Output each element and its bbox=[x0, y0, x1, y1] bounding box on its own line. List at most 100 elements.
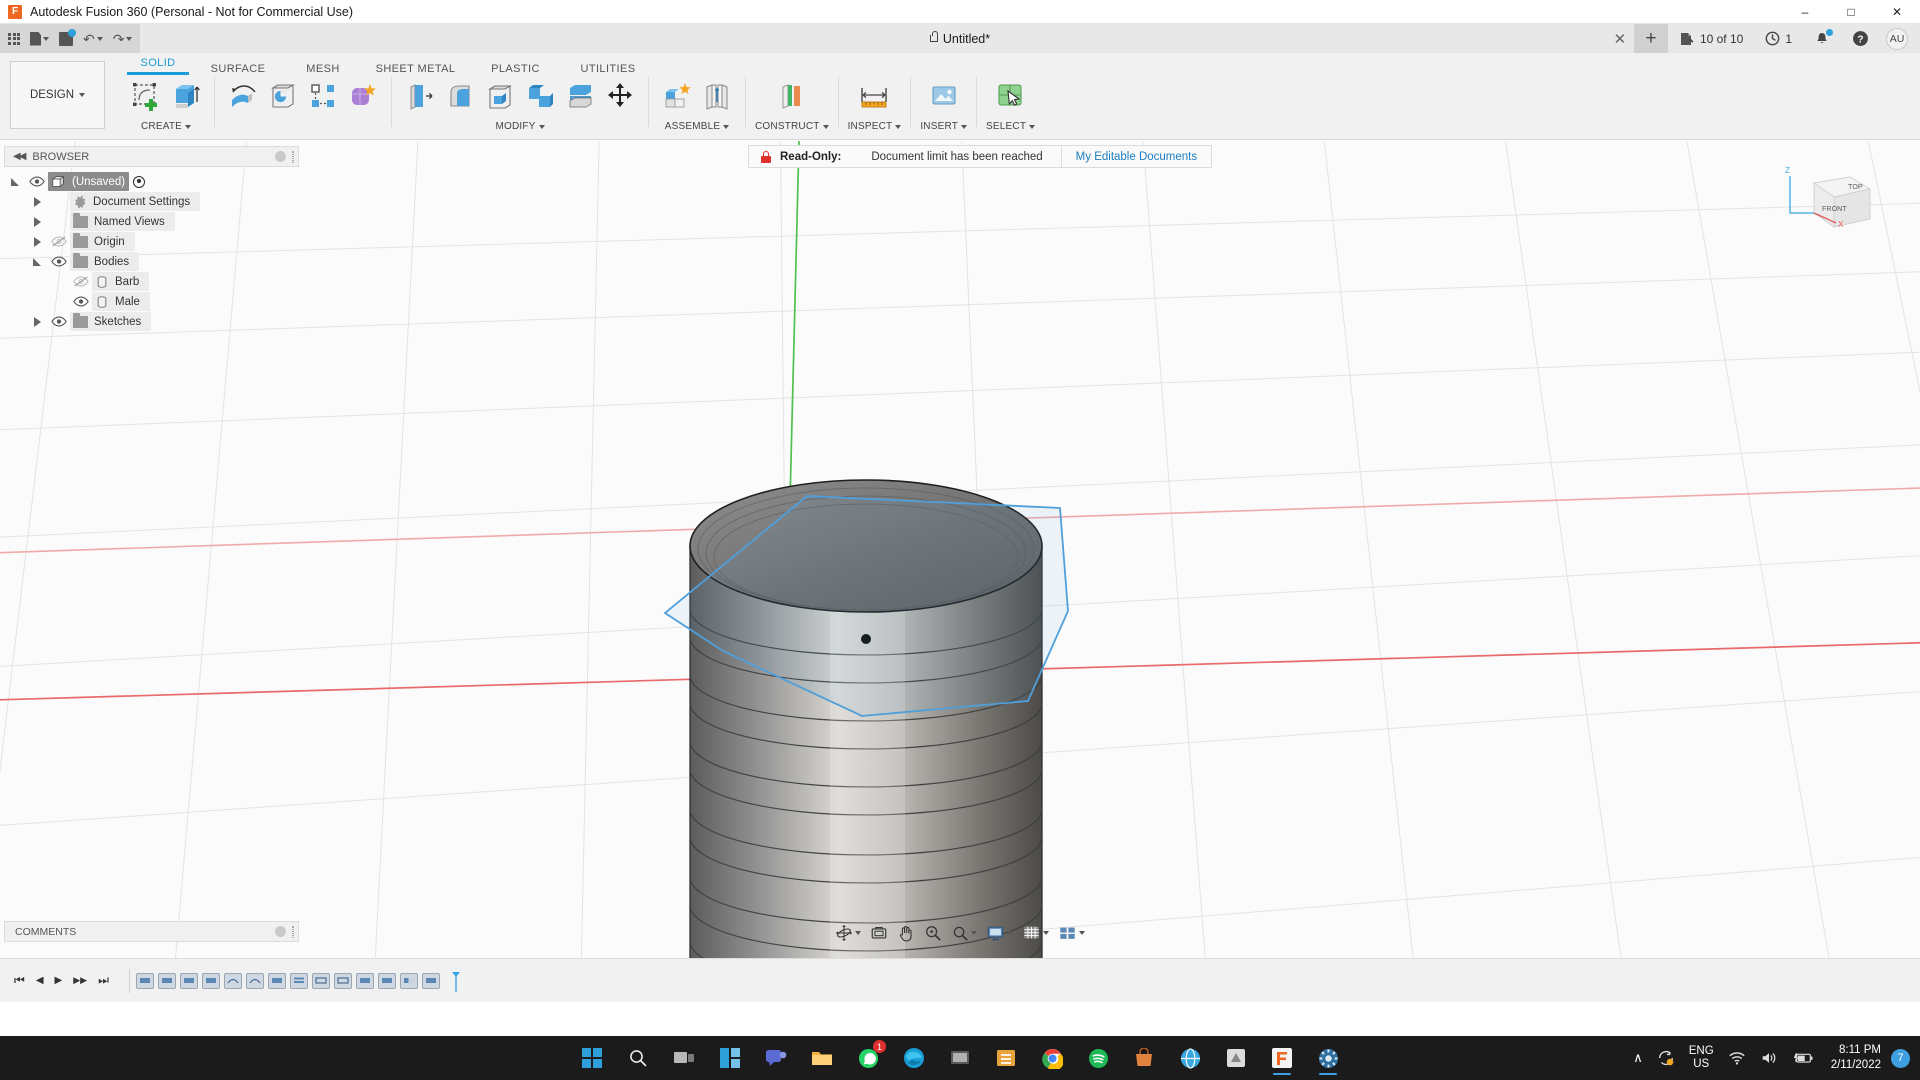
task-view-button[interactable] bbox=[665, 1039, 703, 1077]
start-button[interactable] bbox=[573, 1039, 611, 1077]
minimize-button[interactable]: – bbox=[1782, 0, 1828, 24]
measure-button[interactable] bbox=[855, 76, 893, 116]
timeline-feature[interactable] bbox=[311, 972, 330, 989]
display-settings-button[interactable] bbox=[983, 922, 1016, 944]
widgets-button[interactable] bbox=[711, 1039, 749, 1077]
tree-row-sketches[interactable]: Sketches bbox=[4, 312, 299, 331]
visibility-eye-hidden-icon[interactable] bbox=[70, 276, 92, 287]
visibility-eye-icon[interactable] bbox=[70, 296, 92, 307]
extension-manager-button[interactable]: 10 of 10 bbox=[1668, 24, 1754, 53]
tree-label-bodies-wrap[interactable]: Bodies bbox=[70, 252, 140, 271]
tab-utilities[interactable]: UTILITIES bbox=[563, 63, 653, 75]
activate-component-radio[interactable] bbox=[133, 175, 146, 188]
workspace-selector[interactable]: DESIGN bbox=[10, 61, 105, 129]
panel-inspect-label[interactable]: INSPECT bbox=[848, 121, 902, 132]
timeline-feature[interactable] bbox=[399, 972, 418, 989]
save-button[interactable] bbox=[59, 28, 76, 46]
pattern-button[interactable] bbox=[304, 76, 342, 116]
search-button[interactable] bbox=[619, 1039, 657, 1077]
onedrive-sync-button[interactable] bbox=[1650, 1036, 1682, 1080]
tree-row-origin[interactable]: Origin bbox=[4, 232, 299, 251]
resize-grip[interactable] bbox=[292, 925, 294, 938]
help-button[interactable]: ? bbox=[1841, 24, 1880, 53]
zoom-button[interactable] bbox=[921, 922, 945, 944]
notification-center-badge[interactable]: 7 bbox=[1891, 1048, 1910, 1068]
timeline-feature[interactable] bbox=[267, 972, 286, 989]
browser-app-button[interactable] bbox=[1171, 1039, 1209, 1077]
new-document-button[interactable] bbox=[30, 31, 49, 46]
timeline-marker[interactable] bbox=[450, 971, 460, 992]
tree-label-barb-wrap[interactable]: Barb bbox=[92, 272, 150, 291]
expander-open[interactable] bbox=[26, 257, 48, 266]
visibility-eye-icon[interactable] bbox=[26, 176, 48, 187]
timeline-step-forward[interactable]: ▶▶ bbox=[73, 975, 87, 986]
maximize-button[interactable]: □ bbox=[1828, 0, 1874, 24]
view-cube[interactable]: TOP FRONT Z X bbox=[1774, 161, 1884, 256]
close-button[interactable]: ✕ bbox=[1874, 0, 1920, 24]
pin-icon[interactable] bbox=[275, 926, 286, 937]
tree-row-named-views[interactable]: Named Views bbox=[4, 212, 299, 231]
timeline-go-to-end[interactable]: ⏭ bbox=[98, 973, 109, 988]
expander-open[interactable] bbox=[4, 177, 26, 186]
tab-solid[interactable]: SOLID bbox=[123, 57, 193, 75]
media-player-button[interactable] bbox=[941, 1039, 979, 1077]
tree-label-origin-wrap[interactable]: Origin bbox=[70, 232, 135, 251]
split-body-button[interactable] bbox=[561, 76, 599, 116]
tree-row-barb[interactable]: Barb bbox=[4, 272, 299, 291]
timeline-feature[interactable] bbox=[223, 972, 242, 989]
file-explorer-button[interactable] bbox=[803, 1039, 841, 1077]
tree-label-unsaved-wrap[interactable]: (Unsaved) bbox=[48, 172, 130, 191]
panel-insert-label[interactable]: INSERT bbox=[920, 121, 968, 132]
expander-closed[interactable] bbox=[26, 236, 48, 247]
visibility-eye-hidden-icon[interactable] bbox=[48, 236, 70, 247]
whatsapp-button[interactable]: 1 bbox=[849, 1039, 887, 1077]
press-pull-button[interactable] bbox=[401, 76, 439, 116]
app-grid-icon[interactable] bbox=[8, 32, 20, 45]
shell-button[interactable] bbox=[481, 76, 519, 116]
move-copy-button[interactable] bbox=[601, 76, 639, 116]
store-button[interactable] bbox=[1125, 1039, 1163, 1077]
timeline-feature[interactable] bbox=[245, 972, 264, 989]
tree-row-male[interactable]: Male bbox=[4, 292, 299, 311]
panel-construct-label[interactable]: CONSTRUCT bbox=[755, 121, 829, 132]
redo-button[interactable]: ↷ bbox=[113, 32, 133, 46]
revolve-button[interactable] bbox=[224, 76, 262, 116]
insert-mcmaster-button[interactable] bbox=[925, 76, 963, 116]
grid-snaps-button[interactable] bbox=[1019, 922, 1052, 944]
timeline-feature[interactable] bbox=[135, 972, 154, 989]
tree-row-unsaved[interactable]: (Unsaved) bbox=[4, 172, 299, 191]
resize-grip[interactable] bbox=[292, 150, 294, 163]
timeline-play[interactable]: ▶ bbox=[55, 975, 63, 986]
tab-plastic[interactable]: PLASTIC bbox=[468, 63, 563, 75]
timeline-feature[interactable] bbox=[421, 972, 440, 989]
panel-select-label[interactable]: SELECT bbox=[986, 121, 1036, 132]
timeline-go-to-beginning[interactable]: ⏮ bbox=[14, 973, 25, 988]
tray-expand-button[interactable]: ∧ bbox=[1626, 1036, 1650, 1080]
edge-button[interactable] bbox=[895, 1039, 933, 1077]
battery-button[interactable] bbox=[1785, 1036, 1821, 1080]
create-form-button[interactable] bbox=[344, 76, 382, 116]
create-sketch-button[interactable] bbox=[127, 76, 165, 116]
orbit-button[interactable] bbox=[832, 922, 864, 944]
taskbar-clock[interactable]: 8:11 PM 2/11/2022 bbox=[1821, 1043, 1891, 1073]
select-tool-button[interactable] bbox=[992, 76, 1030, 116]
sweep-button[interactable] bbox=[264, 76, 302, 116]
fusion360-taskbar-button[interactable] bbox=[1263, 1039, 1301, 1077]
timeline-step-back[interactable]: ◀ bbox=[36, 975, 44, 986]
pan-button[interactable] bbox=[894, 922, 918, 944]
tree-label-sketches-wrap[interactable]: Sketches bbox=[70, 312, 152, 331]
new-component-button[interactable] bbox=[658, 76, 696, 116]
autodesk-app-button[interactable] bbox=[1217, 1039, 1255, 1077]
timeline-feature[interactable] bbox=[355, 972, 374, 989]
canvas-viewport[interactable]: ◀◀ BROWSER (Unsaved) Document Settings N… bbox=[0, 141, 1920, 958]
timeline-feature[interactable] bbox=[157, 972, 176, 989]
panel-modify-label[interactable]: MODIFY bbox=[495, 121, 545, 132]
visibility-eye-icon[interactable] bbox=[48, 316, 70, 327]
tree-label-male-wrap[interactable]: Male bbox=[92, 292, 150, 311]
undo-button[interactable]: ↶ bbox=[83, 32, 103, 46]
job-status-button[interactable]: 1 bbox=[1754, 24, 1803, 53]
tab-mesh[interactable]: MESH bbox=[283, 63, 363, 75]
panel-create-label[interactable]: CREATE bbox=[141, 121, 192, 132]
tab-surface[interactable]: SURFACE bbox=[193, 63, 283, 75]
excel-button[interactable] bbox=[987, 1039, 1025, 1077]
